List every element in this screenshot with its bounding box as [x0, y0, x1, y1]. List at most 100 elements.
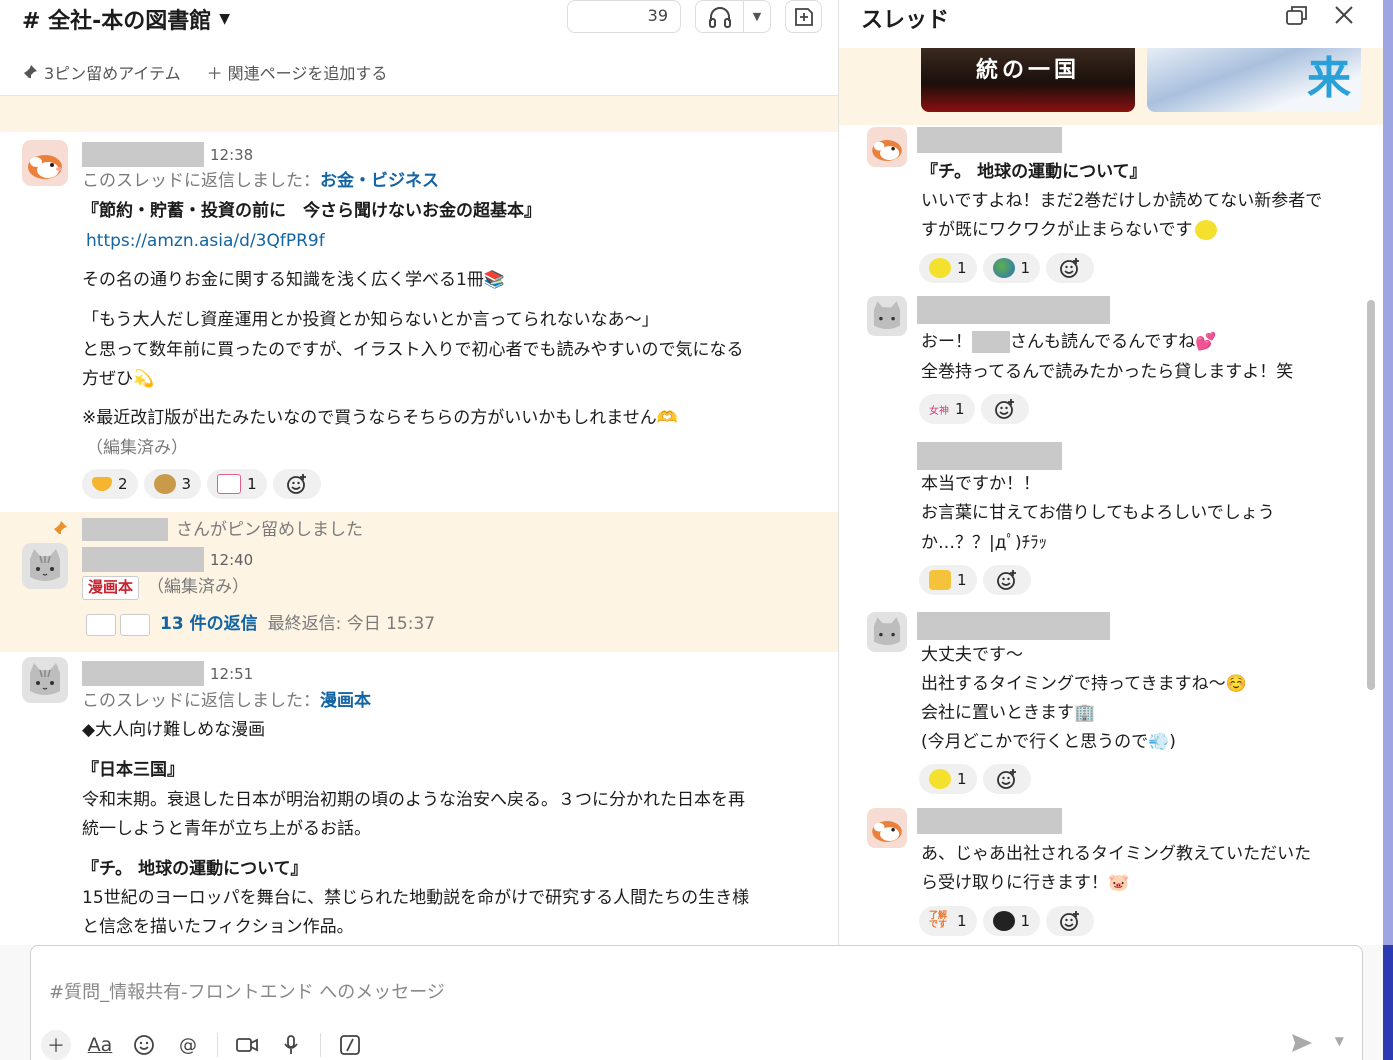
- username[interactable]: [917, 808, 1062, 834]
- reply-channel-link[interactable]: 漫画本: [320, 691, 371, 711]
- add-reaction-button[interactable]: [272, 469, 321, 499]
- reaction-ryokai[interactable]: 了解です 1: [919, 906, 977, 936]
- message-text: 大丈夫です～: [921, 645, 1023, 665]
- slack-window: 12:38 このスレッドに返信しました：お金・ビジネス 『節約・貯蓄・投資の前に…: [0, 0, 1393, 1060]
- username[interactable]: [917, 612, 1110, 640]
- guinea-pig-icon: [872, 821, 902, 842]
- video-icon[interactable]: [232, 1030, 262, 1060]
- message-input[interactable]: #質問_情報共有-フロントエンド へのメッセージ: [49, 978, 445, 1004]
- reply-channel-link[interactable]: お金・ビジネス: [320, 171, 439, 191]
- member-count-button[interactable]: 39: [567, 0, 681, 33]
- pinner-name[interactable]: [82, 518, 168, 541]
- reaction-dark-circle[interactable]: 1: [982, 906, 1041, 936]
- message-text: 全巻持ってるんで読みたかったら貸しますよ！笑: [921, 362, 1294, 382]
- book-title: 『日本三国』: [82, 760, 184, 780]
- reaction-goddess[interactable]: 女神 1: [919, 394, 975, 424]
- message-text: 15世紀のヨーロッパを舞台に、禁じられた地動説を命がけで研究する人間たちの生き様: [82, 888, 750, 908]
- dark-circle-icon: [992, 911, 1015, 931]
- divider: [217, 1033, 218, 1057]
- chevron-down-icon[interactable]: ▼: [1335, 1034, 1344, 1048]
- reaction-thumbs-up[interactable]: 1: [919, 565, 977, 595]
- username[interactable]: [917, 296, 1110, 324]
- emoji-icon[interactable]: [129, 1030, 159, 1060]
- avatar[interactable]: [22, 140, 68, 186]
- book-cover-image[interactable]: 来: [1147, 48, 1361, 112]
- add-reaction-button[interactable]: [1046, 253, 1095, 283]
- reaction-sparkle-face[interactable]: 1: [919, 764, 977, 794]
- thread-scrollbar[interactable]: [1367, 300, 1375, 690]
- pin-icon: [24, 65, 37, 78]
- reaction-moneybag-text[interactable]: 1: [207, 469, 267, 499]
- avatar[interactable]: [22, 657, 68, 703]
- pinned-highlight: [0, 96, 838, 132]
- timestamp[interactable]: 12:38: [210, 146, 253, 164]
- message-text: ※最近改訂版が出たみたいなので買うならそちらの方がいいかもしれません🫶: [82, 408, 678, 428]
- reaction-sparkle-face[interactable]: 1: [919, 253, 977, 283]
- popout-icon[interactable]: [1284, 4, 1310, 28]
- avatar[interactable]: [22, 543, 68, 589]
- username[interactable]: [82, 142, 204, 167]
- message-text: ら受け取りに行きます！🐷: [921, 873, 1130, 893]
- message-text: 「もう大人だし資産運用とか投資とか知らないとか言ってられないなあ～」: [82, 310, 659, 330]
- username[interactable]: [917, 127, 1062, 153]
- message-text: おー！ さんも読んでるんですね💕: [921, 331, 1217, 353]
- pinned-items-button[interactable]: 3ピン留めアイテム: [22, 60, 181, 84]
- timestamp[interactable]: 12:51: [210, 665, 253, 683]
- heart-hands-icon: [92, 477, 112, 491]
- avatar[interactable]: [867, 127, 907, 167]
- add-reaction-button[interactable]: [1046, 906, 1095, 936]
- avatar[interactable]: [867, 808, 907, 848]
- money-bag-icon: [153, 474, 176, 494]
- formatting-icon[interactable]: Aa: [85, 1030, 115, 1060]
- add-reaction-button[interactable]: [982, 565, 1031, 595]
- thread-parent-images: 統の一国 来: [839, 48, 1383, 125]
- chevron-down-icon[interactable]: ▼: [744, 1, 770, 32]
- username[interactable]: [917, 442, 1062, 470]
- reaction-bar: 1 1: [919, 253, 1095, 283]
- message-text: 『チ。 地球の運動について』: [921, 162, 1147, 182]
- add-reaction-icon: [996, 570, 1016, 590]
- close-icon[interactable]: [1331, 2, 1357, 28]
- timestamp[interactable]: 12:40: [210, 551, 253, 569]
- thread-header: スレッド: [839, 0, 1383, 48]
- username[interactable]: [82, 547, 204, 572]
- reaction-earth[interactable]: 1: [982, 253, 1041, 283]
- add-reaction-button[interactable]: [982, 764, 1031, 794]
- avatar[interactable]: [867, 612, 907, 652]
- reaction-money-bag[interactable]: 3: [143, 469, 202, 499]
- microphone-icon[interactable]: [276, 1030, 306, 1060]
- thread-pane: 統の一国 来 『チ。 地球の運動について』 いいですよね！まだ2巻だけしか読めて…: [838, 0, 1383, 945]
- plus-icon[interactable]: ＋: [41, 1030, 71, 1060]
- add-page-button[interactable]: ＋ 関連ページを追加する: [207, 60, 388, 84]
- manga-tag[interactable]: 漫画本: [82, 576, 140, 600]
- reply-avatar: [86, 614, 116, 636]
- book-url-link[interactable]: https://amzn.asia/d/3QfPR9f: [86, 230, 325, 252]
- message-text: と信念を描いたフィクション作品。: [82, 917, 354, 937]
- replies-link[interactable]: 13 件の返信: [160, 614, 258, 634]
- message-text: すが既にワクワクが止まらないです: [921, 219, 1217, 241]
- mention-icon[interactable]: @: [173, 1030, 203, 1060]
- canvas-button[interactable]: [785, 0, 822, 33]
- headphones-icon[interactable]: [696, 1, 744, 32]
- avatar[interactable]: [867, 296, 907, 336]
- message-text: あ、じゃあ出社されるタイミング教えていただいた: [921, 844, 1312, 864]
- cat-icon: [873, 301, 901, 330]
- guinea-pig-icon: [872, 140, 902, 161]
- window-edge: [1383, 945, 1393, 1060]
- slash-command-icon[interactable]: [335, 1030, 365, 1060]
- message-text: ◆大人向け難しめな漫画: [82, 720, 266, 740]
- mention-name[interactable]: [972, 331, 1010, 353]
- huddle-button[interactable]: ▼: [695, 0, 771, 33]
- send-icon[interactable]: [1290, 1032, 1314, 1054]
- reaction-heart-hands[interactable]: 2: [82, 469, 138, 499]
- channel-title-button[interactable]: # 全社-本の図書館 ▼: [22, 3, 230, 35]
- add-reaction-button[interactable]: [980, 394, 1029, 424]
- book-cover-image[interactable]: 統の一国: [921, 48, 1135, 112]
- reaction-bar: 1: [919, 565, 1031, 595]
- channel-name: # 全社-本の図書館: [22, 9, 212, 34]
- username[interactable]: [82, 661, 204, 686]
- add-reaction-icon: [996, 769, 1016, 789]
- message-text: 方ぜひ💫: [82, 369, 155, 389]
- thumbs-up-icon: [929, 570, 951, 590]
- member-count: 39: [647, 6, 668, 25]
